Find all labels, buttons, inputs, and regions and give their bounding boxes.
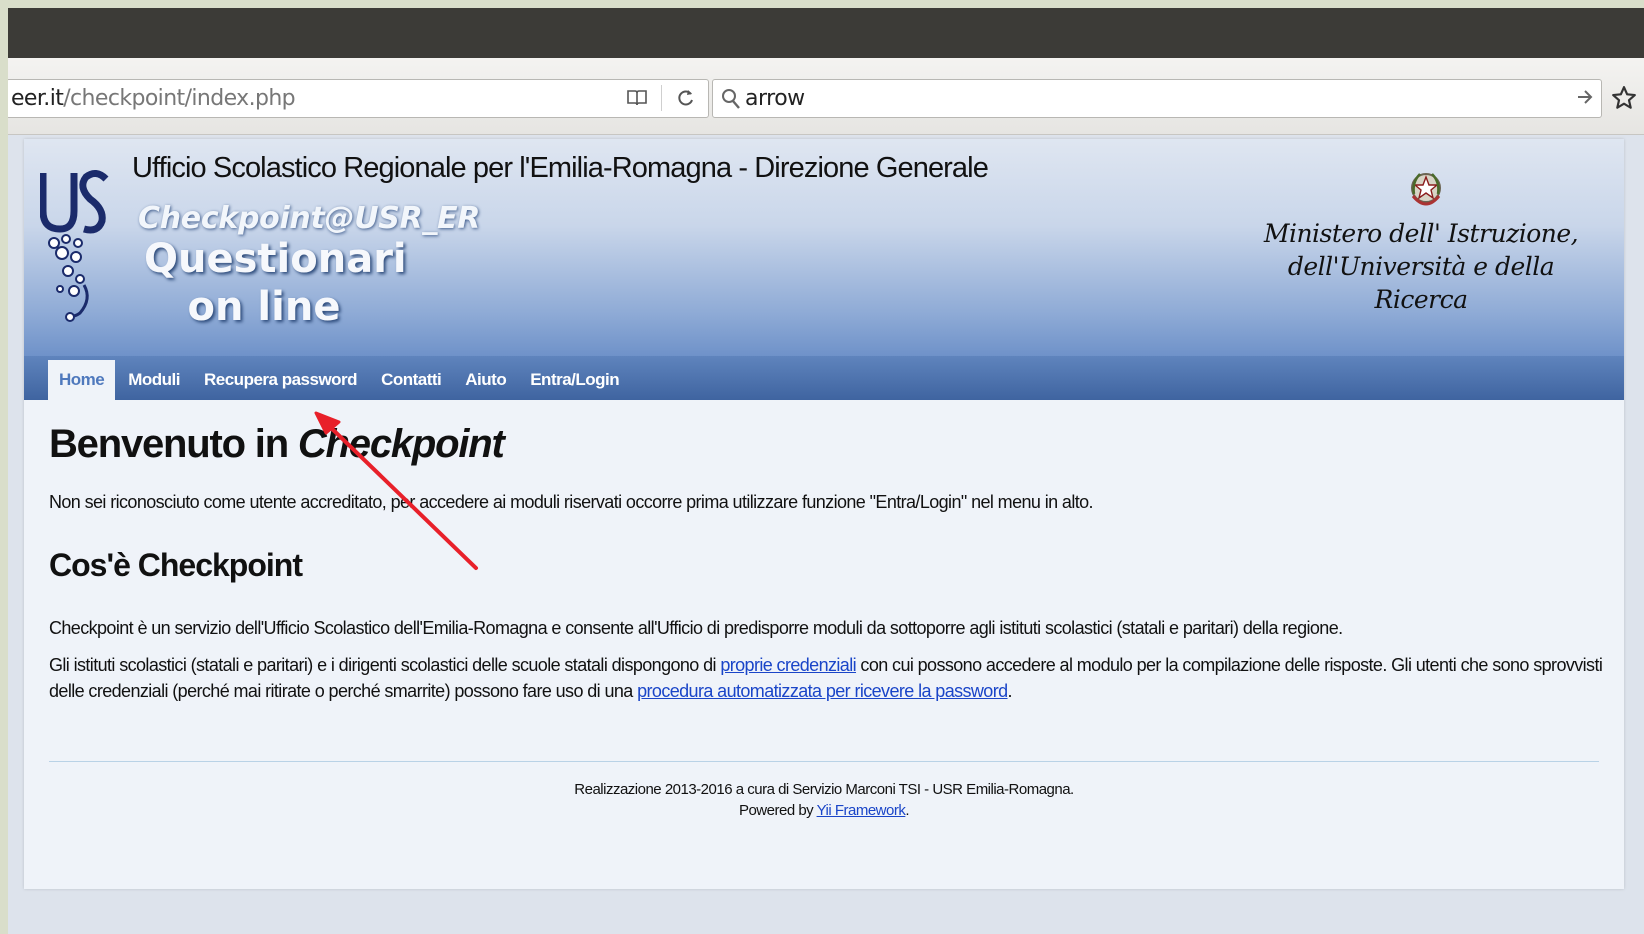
republic-emblem-icon: [1411, 173, 1441, 206]
footer-divider: [49, 761, 1599, 762]
site-footer: Realizzazione 2013-2016 a cura di Serviz…: [24, 779, 1624, 821]
url-text: eer.it/checkpoint/index.php: [8, 86, 296, 111]
nav-entra-login[interactable]: Entra/Login: [519, 360, 630, 400]
site-header: Ufficio Scolastico Regionale per l'Emili…: [24, 139, 1624, 356]
credentials-link[interactable]: proprie credenziali: [720, 655, 856, 675]
nav-moduli[interactable]: Moduli: [117, 360, 191, 400]
app-title: Checkpoint@USR_ER: [138, 201, 481, 236]
footer-powered-prefix: Powered by: [738, 802, 817, 819]
window-titlebar: [8, 8, 1644, 58]
reload-icon[interactable]: [672, 84, 700, 112]
page-title: Benvenuto in Checkpoint: [49, 419, 1609, 469]
about-heading: Cos'è Checkpoint: [49, 547, 303, 583]
subtitle-line-1: Questionari: [144, 236, 407, 282]
password-recovery-link[interactable]: procedura automatizzata per ricevere la …: [637, 681, 1008, 701]
app-subtitle: Questionari on line: [144, 235, 407, 331]
browser-window: eer.it/checkpoint/index.php arrow Uffici…: [8, 8, 1644, 934]
ministry-line-2: dell'Università e della Ricerca: [1287, 252, 1555, 314]
yii-framework-link[interactable]: Yii Framework: [817, 802, 906, 819]
login-notice: Non sei riconosciuto come utente accredi…: [49, 492, 1094, 512]
nav-contatti[interactable]: Contatti: [370, 360, 452, 400]
url-host: eer.it: [11, 86, 64, 111]
about-paragraph-1: Checkpoint è un servizio dell'Ufficio Sc…: [49, 618, 1343, 638]
go-arrow-icon[interactable]: [1575, 85, 1595, 115]
address-bar[interactable]: eer.it/checkpoint/index.php: [8, 79, 709, 118]
org-title: Ufficio Scolastico Regionale per l'Emili…: [132, 152, 989, 184]
about-paragraph-2: Gli istituti scolastici (statali e parit…: [49, 652, 1609, 704]
search-query: arrow: [745, 86, 805, 111]
ministry-line-1: Ministero dell' Istruzione,: [1263, 219, 1579, 248]
main-menu: Home Moduli Recupera password Contatti A…: [24, 356, 1624, 400]
ministry-name: Ministero dell' Istruzione, dell'Univers…: [1256, 217, 1586, 316]
main-content: Benvenuto in Checkpoint Non sei riconosc…: [49, 419, 1609, 704]
footer-powered-suffix: .: [905, 802, 910, 819]
footer-credits: Realizzazione 2013-2016 a cura di Serviz…: [574, 781, 1074, 798]
nav-recupera-password[interactable]: Recupera password: [193, 360, 368, 400]
reader-mode-icon[interactable]: [623, 84, 651, 112]
search-icon: [717, 88, 745, 110]
about-p2-text-c: .: [1007, 681, 1013, 701]
footer-powered: Powered by Yii Framework.: [24, 800, 1624, 821]
page-title-emphasis: Checkpoint: [297, 422, 505, 466]
browser-toolbar: eer.it/checkpoint/index.php arrow: [8, 58, 1644, 135]
nav-home[interactable]: Home: [48, 360, 116, 400]
bookmark-star-icon[interactable]: [1611, 85, 1637, 118]
subtitle-line-2: on line: [187, 284, 341, 330]
nav-aiuto[interactable]: Aiuto: [454, 360, 517, 400]
page-title-prefix: Benvenuto in: [49, 422, 298, 466]
url-path: /checkpoint/index.php: [63, 86, 296, 111]
search-bar[interactable]: arrow: [712, 79, 1602, 118]
web-page: Ufficio Scolastico Regionale per l'Emili…: [24, 139, 1624, 889]
about-p2-text-a: Gli istituti scolastici (statali e parit…: [49, 655, 721, 675]
usr-logo-icon: [40, 170, 109, 322]
